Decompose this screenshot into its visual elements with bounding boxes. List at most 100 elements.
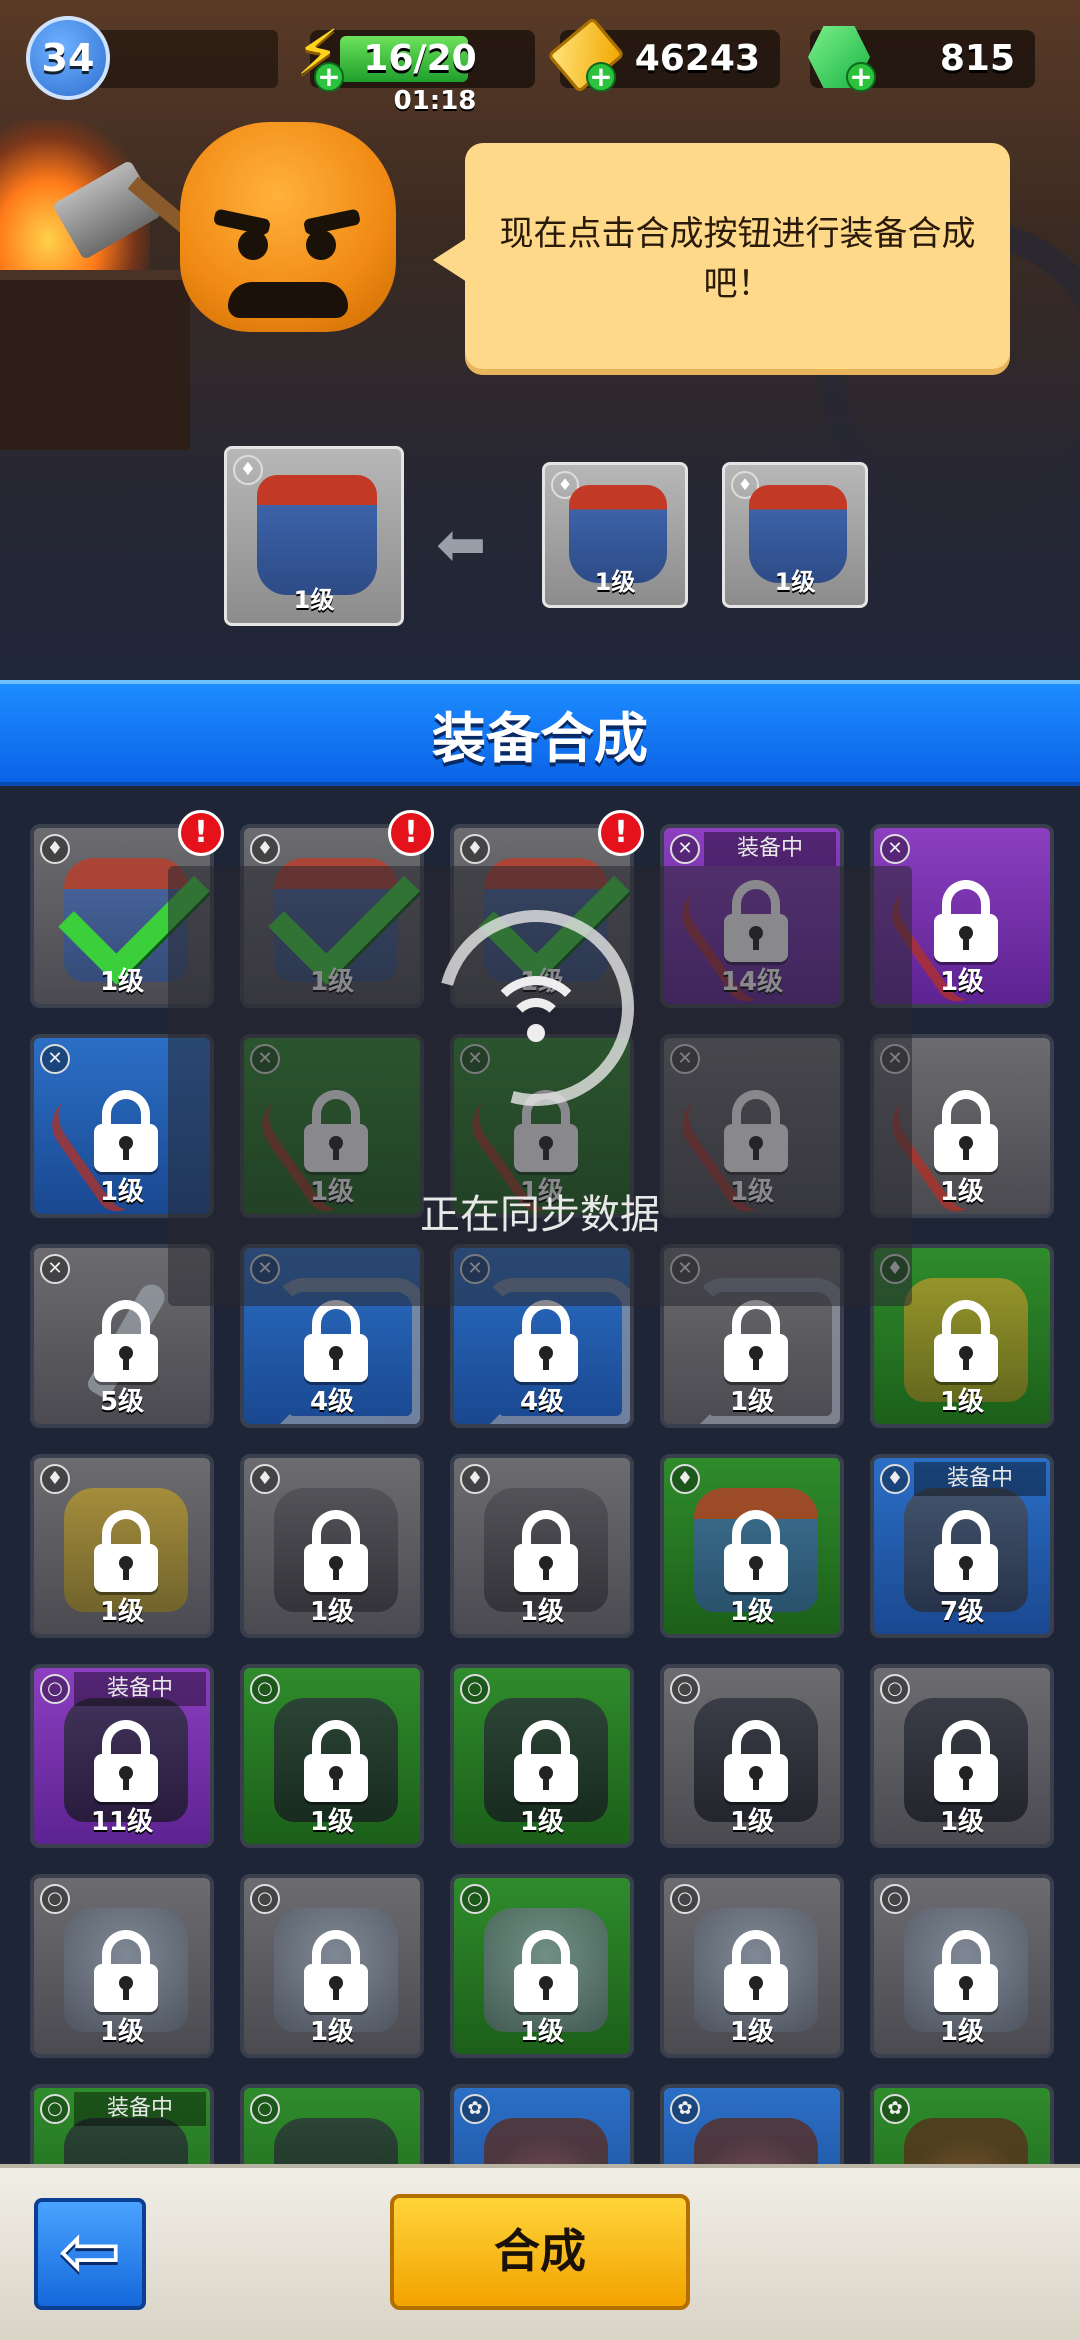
lock-icon [724, 1930, 788, 2012]
ring-icon: ○ [40, 1674, 70, 1704]
lock-icon [514, 1510, 578, 1592]
lock-icon [934, 1300, 998, 1382]
equipment-cell[interactable]: ○ 1级 [450, 1664, 634, 1848]
add-energy-button[interactable]: + [314, 62, 344, 92]
armor-icon: ♦ [233, 455, 263, 485]
ring-icon: ○ [880, 1674, 910, 1704]
item-level-label: 1级 [309, 1807, 355, 1837]
paw-icon: ✿ [460, 2094, 490, 2124]
equipped-label: 装备中 [74, 2092, 206, 2126]
lock-icon [724, 1510, 788, 1592]
item-level-label: 1级 [939, 1387, 985, 1417]
equipment-cell[interactable]: ✿ [450, 2084, 634, 2164]
bow-icon: ✕ [40, 1044, 70, 1074]
lock-icon [304, 1930, 368, 2012]
item-level-label: 1级 [309, 2017, 355, 2047]
lock-icon [304, 1300, 368, 1382]
lock-icon [934, 1510, 998, 1592]
equipment-cell[interactable]: ○ 1级 [660, 1874, 844, 2058]
equipment-cell[interactable]: ♦ 1级 [450, 1454, 634, 1638]
equipment-cell[interactable]: ○ 1级 [450, 1874, 634, 2058]
equipment-cell[interactable]: ♦ 装备中 7级 [870, 1454, 1054, 1638]
merge-button-label: 合成 [494, 2224, 586, 2278]
merge-result-slot[interactable]: ♦ 1级 [224, 446, 404, 626]
lock-icon [724, 1720, 788, 1802]
armor-icon: ♦ [40, 834, 70, 864]
item-level-label: 5级 [99, 1387, 145, 1417]
ring-icon: ○ [880, 1884, 910, 1914]
equipment-cell[interactable]: ○ [240, 2084, 424, 2164]
wifi-icon [486, 976, 586, 1076]
ring-icon: ○ [670, 1674, 700, 1704]
lock-icon [94, 1930, 158, 2012]
armor-icon: ♦ [880, 1464, 910, 1494]
equipment-cell[interactable]: ○ 1级 [870, 1874, 1054, 2058]
lock-icon [94, 1720, 158, 1802]
section-title-text: 装备合成 [432, 706, 648, 770]
equipment-cell[interactable]: ○ 装备中 11级 [30, 1664, 214, 1848]
left-brow [212, 208, 272, 236]
lock-icon [514, 1300, 578, 1382]
energy-value: 16/20 [363, 38, 477, 79]
item-level-label: 11级 [90, 1807, 154, 1837]
tutorial-speech-bubble: 现在点击合成按钮进行装备合成吧！ [433, 143, 1010, 375]
level-progress-bar [96, 30, 278, 88]
item-level-label: 7级 [939, 1597, 985, 1627]
alert-badge: ! [598, 810, 644, 856]
bow-icon: ✕ [880, 834, 910, 864]
lock-icon [94, 1090, 158, 1172]
mustache [228, 282, 348, 318]
item-level-label: 1级 [729, 2017, 775, 2047]
merge-input-slot-1[interactable]: ♦ 1级 [542, 462, 688, 608]
input2-level-label: 1级 [774, 568, 816, 596]
armor-icon: ♦ [670, 1464, 700, 1494]
add-gems-button[interactable]: + [846, 62, 876, 92]
equipment-cell[interactable]: ○ 1级 [240, 1664, 424, 1848]
alert-badge: ! [178, 810, 224, 856]
item-level-label: 1级 [519, 2017, 565, 2047]
lock-icon [934, 1720, 998, 1802]
equipment-cell[interactable]: ○ 装备中 [30, 2084, 214, 2164]
equipment-cell[interactable]: ♦ 1级 [240, 1454, 424, 1638]
tutorial-message: 现在点击合成按钮进行装备合成吧！ [499, 214, 976, 304]
item-level-label: 4级 [309, 1387, 355, 1417]
mask-item-image [904, 2118, 1028, 2164]
merge-button[interactable]: 合成 [390, 2194, 690, 2310]
alert-badge: ! [388, 810, 434, 856]
paw-icon: ✿ [880, 2094, 910, 2124]
armor-icon: ♦ [250, 834, 280, 864]
equipment-cell[interactable]: ✿ [870, 2084, 1054, 2164]
player-level-badge[interactable]: 34 [26, 16, 110, 100]
equipment-cell[interactable]: ♦ 1级 [660, 1454, 844, 1638]
lock-icon [304, 1510, 368, 1592]
equipped-label: 装备中 [914, 1462, 1046, 1496]
equipment-cell[interactable]: ○ 1级 [240, 1874, 424, 2058]
lock-icon [934, 1930, 998, 2012]
bow-icon: ✕ [670, 834, 700, 864]
ring-icon: ○ [670, 1884, 700, 1914]
arrow-left-icon: ⬅ [436, 510, 487, 580]
gem-value: 815 [939, 38, 1015, 79]
item-level-label: 1级 [729, 1597, 775, 1627]
add-tickets-button[interactable]: + [586, 62, 616, 92]
equipment-cell[interactable]: ○ 1级 [870, 1664, 1054, 1848]
equipment-cell[interactable]: ○ 1级 [30, 1874, 214, 2058]
item-level-label: 4级 [519, 1387, 565, 1417]
lock-icon [934, 1090, 998, 1172]
item-level-label: 1级 [939, 2017, 985, 2047]
equipment-cell[interactable]: ✿ [660, 2084, 844, 2164]
item-level-label: 1级 [99, 1597, 145, 1627]
equipment-cell[interactable]: ○ 1级 [660, 1664, 844, 1848]
back-arrow-icon: ⇦ [58, 2206, 122, 2295]
forge-decoration [0, 270, 190, 450]
item-level-label: 1级 [519, 1807, 565, 1837]
equipment-cell[interactable]: ♦ 1级 [30, 1454, 214, 1638]
ring-icon: ○ [40, 2094, 70, 2124]
blacksmith-character [180, 122, 396, 332]
merge-input-slot-2[interactable]: ♦ 1级 [722, 462, 868, 608]
lock-icon [514, 1720, 578, 1802]
top-hud: 34 16/20 ⚡ + 01:18 46243 + 815 + [0, 0, 1080, 130]
lock-icon [94, 1300, 158, 1382]
item-level-label: 1级 [729, 1387, 775, 1417]
back-button[interactable]: ⇦ [34, 2198, 146, 2310]
